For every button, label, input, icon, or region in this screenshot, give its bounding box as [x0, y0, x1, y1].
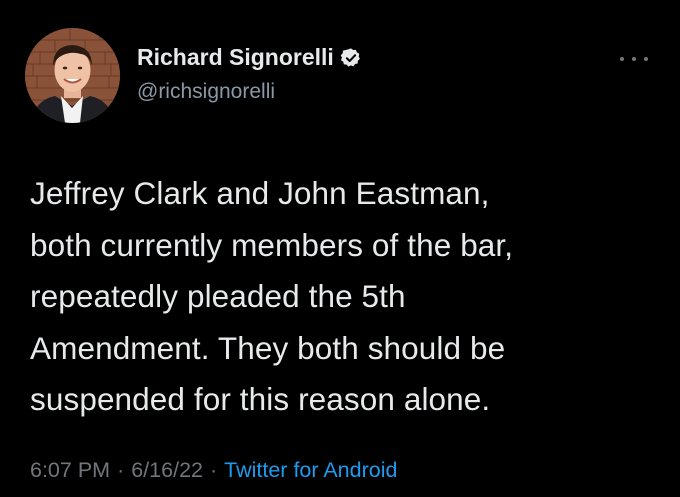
- separator: ·: [209, 458, 218, 482]
- tweet-card: Richard Signorelli @richsignorelli Jeffr…: [0, 0, 680, 497]
- more-options-icon[interactable]: [620, 52, 648, 66]
- tweet-text-line: repeatedly pleaded the 5th: [30, 278, 406, 314]
- tweet-text-line: Amendment. They both should be: [30, 329, 506, 366]
- verified-badge-icon: [340, 47, 362, 69]
- tweet-text-line: suspended for this reason alone.: [30, 381, 491, 417]
- display-name[interactable]: Richard Signorelli: [137, 44, 334, 71]
- tweet-text: Jeffrey Clark and John Eastman, both cur…: [30, 168, 660, 426]
- tweet-time[interactable]: 6:07 PM: [30, 458, 110, 483]
- tweet-meta: 6:07 PM · 6/16/22 · Twitter for Android: [30, 458, 397, 483]
- profile-photo-icon: [25, 28, 120, 123]
- dot: [632, 57, 636, 61]
- author-name-row: Richard Signorelli: [137, 44, 362, 71]
- tweet-text-line: both currently members of the bar,: [30, 226, 514, 263]
- author-handle[interactable]: @richsignorelli: [137, 80, 275, 104]
- avatar[interactable]: [25, 28, 120, 123]
- tweet-source-link[interactable]: Twitter for Android: [224, 458, 397, 483]
- dot: [620, 57, 624, 61]
- separator: ·: [117, 458, 125, 482]
- tweet-date[interactable]: 6/16/22: [131, 458, 203, 483]
- dot: [644, 57, 648, 61]
- tweet-text-line: Jeffrey Clark and John Eastman,: [30, 175, 490, 211]
